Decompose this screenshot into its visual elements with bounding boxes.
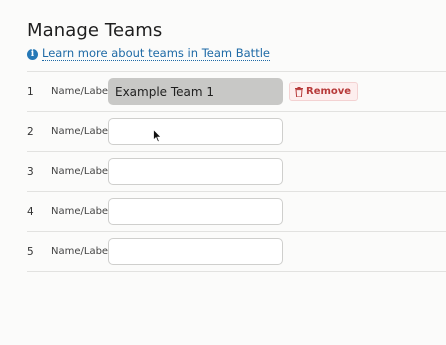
learn-more-link-text[interactable]: Learn more about teams in Team Battle [42, 47, 270, 61]
team-row: 3 Name/Label [27, 151, 446, 191]
team-name-input[interactable] [108, 238, 283, 265]
remove-button-label: Remove [306, 86, 352, 97]
team-row: 2 Name/Label [27, 111, 446, 151]
mouse-cursor-icon [153, 129, 162, 143]
page-title: Manage Teams [27, 20, 163, 41]
team-row: 1 Name/Label Remove [27, 71, 446, 111]
info-icon: i [27, 48, 38, 60]
team-name-label: Name/Label [51, 206, 111, 217]
team-name-label: Name/Label [51, 246, 111, 257]
team-number: 4 [27, 206, 34, 218]
team-name-input[interactable] [108, 78, 283, 105]
team-name-label: Name/Label [51, 86, 111, 97]
team-number: 2 [27, 126, 34, 138]
team-name-label: Name/Label [51, 166, 111, 177]
team-name-input[interactable] [108, 158, 283, 185]
team-number: 3 [27, 166, 34, 178]
team-name-label: Name/Label [51, 126, 111, 137]
trash-icon [295, 86, 303, 97]
team-row: 5 Name/Label [27, 231, 446, 272]
team-number: 5 [27, 246, 34, 258]
remove-team-button[interactable]: Remove [289, 82, 359, 101]
learn-more-link[interactable]: i Learn more about teams in Team Battle [27, 47, 270, 61]
team-list: 1 Name/Label Remove 2 Name/Label 3 Name/… [27, 71, 446, 272]
team-row: 4 Name/Label [27, 191, 446, 231]
team-name-input[interactable] [108, 198, 283, 225]
team-name-input[interactable] [108, 118, 283, 145]
team-number: 1 [27, 86, 34, 98]
